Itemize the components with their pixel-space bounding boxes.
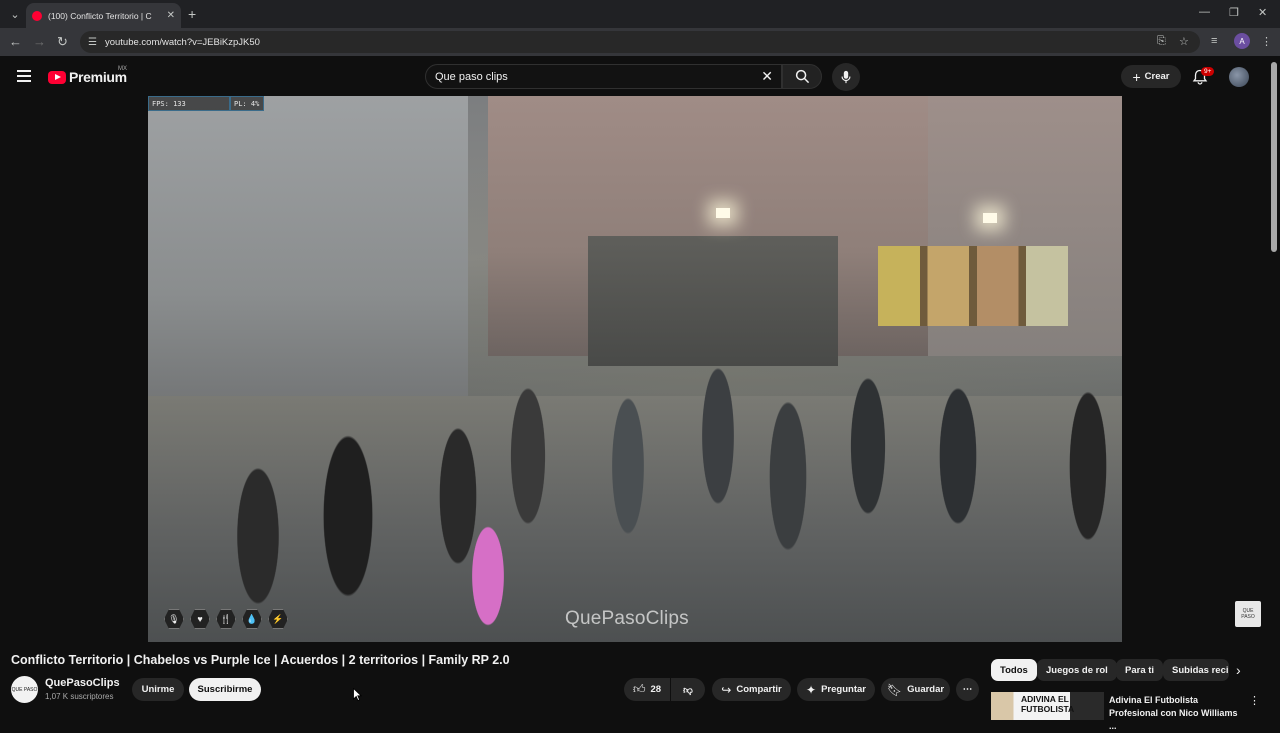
search-query: Que paso clips — [435, 70, 508, 83]
youtube-favicon-icon — [32, 10, 42, 21]
close-tab-icon[interactable]: ✕ — [167, 10, 175, 21]
youtube-play-icon — [48, 70, 66, 84]
dislike-button[interactable]: 👎︎ — [671, 678, 705, 701]
account-avatar[interactable] — [1229, 67, 1249, 87]
video-title: Conflicto Territorio | Chabelos vs Purpl… — [11, 653, 510, 667]
mouse-cursor-icon — [353, 688, 362, 701]
energy-icon: ⚡ — [268, 609, 288, 629]
browser-tab-bar: ⌄ (100) Conflicto Territorio | C ✕ + — ❐… — [0, 0, 1280, 28]
create-label: Crear — [1144, 71, 1170, 82]
close-window-icon[interactable]: ✕ — [1258, 6, 1267, 19]
voice-search-button[interactable] — [832, 63, 860, 91]
youtube-premium-logo[interactable]: Premium MX — [48, 66, 127, 85]
address-bar-row: ← → ↻ ☰ youtube.com/watch?v=JEBiKzpJK50 … — [0, 28, 1280, 56]
forward-icon[interactable]: → — [33, 34, 46, 49]
country-code: MX — [118, 66, 127, 72]
chip-juegos-de-rol[interactable]: Juegos de rol — [1037, 659, 1117, 681]
browser-menu-icon[interactable]: ⋮ — [1261, 35, 1272, 48]
share-icon: ↪ — [721, 682, 732, 697]
bookmark-icon: 🔖︎ — [886, 682, 903, 697]
browser-profile-avatar[interactable]: A — [1234, 33, 1250, 49]
search-input[interactable]: Que paso clips ✕ — [425, 64, 782, 89]
like-count: 28 — [650, 684, 662, 695]
plus-icon: + — [1132, 68, 1141, 85]
url-text: youtube.com/watch?v=JEBiKzpJK50 — [104, 36, 260, 48]
video-player[interactable]: FPS: 133 PL: 4% 🎙 ♥ 🍴 💧 ⚡ QuePasoClips — [148, 96, 1122, 642]
thumbs-up-icon: 👍︎ — [632, 682, 646, 696]
join-button[interactable]: Unirme — [132, 678, 184, 701]
url-field[interactable]: ☰ youtube.com/watch?v=JEBiKzpJK50 — [80, 31, 1200, 53]
thumbnail-text: ADIVINA EL FUTBOLISTA — [1021, 694, 1075, 714]
notification-count-badge: 9+ — [1201, 67, 1215, 76]
chip-para-ti[interactable]: Para ti — [1116, 659, 1164, 681]
create-button[interactable]: + Crear — [1121, 65, 1181, 88]
food-icon: 🍴 — [216, 609, 236, 629]
video-scene-posters — [878, 246, 1068, 326]
recommendation-thumbnail[interactable]: ADIVINA EL FUTBOLISTA — [991, 692, 1104, 720]
more-actions-button[interactable]: ⋯ — [956, 678, 979, 701]
share-button[interactable]: ↪ Compartir — [712, 678, 791, 701]
search-button[interactable] — [782, 64, 822, 89]
new-tab-button[interactable]: + — [188, 6, 196, 22]
clear-search-icon[interactable]: ✕ — [761, 68, 773, 85]
thumbs-down-icon: 👎︎ — [683, 684, 693, 696]
ask-label: Preguntar — [821, 684, 866, 695]
bookmark-star-icon[interactable]: ☆ — [1179, 35, 1189, 48]
share-label: Compartir — [736, 684, 782, 695]
sparkle-icon: ✦ — [806, 682, 817, 697]
tab-search-button[interactable]: ⌄ — [4, 3, 26, 25]
recommendation-title[interactable]: Adivina El Futbolista Profesional con Ni… — [1109, 694, 1245, 733]
media-controls-icon[interactable]: ≡ — [1211, 35, 1217, 47]
install-app-icon[interactable]: ⎘ — [1157, 35, 1166, 48]
video-scene-crowd — [198, 316, 1122, 636]
like-button[interactable]: 👍︎ 28 — [624, 678, 670, 701]
more-horizontal-icon: ⋯ — [962, 684, 973, 695]
back-icon[interactable]: ← — [9, 34, 22, 49]
save-button[interactable]: 🔖︎ Guardar — [881, 678, 950, 701]
browser-tab[interactable]: (100) Conflicto Territorio | C ✕ — [26, 3, 181, 28]
water-icon: 💧 — [242, 609, 262, 629]
ask-button[interactable]: ✦ Preguntar — [797, 678, 875, 701]
microphone-icon — [841, 70, 851, 84]
packet-loss-counter: PL: 4% — [230, 96, 264, 111]
youtube-masthead: Premium MX Que paso clips ✕ + Crear 9+ — [0, 56, 1280, 96]
reload-icon[interactable]: ↻ — [57, 34, 68, 50]
restore-icon[interactable]: ❐ — [1229, 6, 1239, 19]
recommendation-menu-icon[interactable]: ⋮ — [1249, 694, 1260, 707]
channel-avatar[interactable]: QUE PASO — [11, 676, 38, 703]
subscriber-count: 1,07 K suscriptores — [45, 692, 114, 701]
tab-title: (100) Conflicto Territorio | C — [48, 10, 152, 21]
mic-icon: 🎙 — [164, 609, 184, 629]
subscribe-button[interactable]: Suscribirme — [189, 678, 261, 701]
video-scene-lamp — [983, 213, 997, 223]
channel-name[interactable]: QuePasoClips — [45, 677, 120, 689]
chevron-right-icon[interactable]: › — [1236, 662, 1241, 678]
channel-watermark-logo[interactable]: QUE PASO — [1235, 601, 1261, 627]
minimize-icon[interactable]: — — [1199, 6, 1210, 18]
chip-todos[interactable]: Todos — [991, 659, 1037, 681]
game-hud: 🎙 ♥ 🍴 💧 ⚡ — [164, 609, 288, 629]
guide-menu-icon[interactable] — [17, 70, 31, 85]
save-label: Guardar — [907, 684, 945, 695]
search-icon — [795, 69, 809, 84]
page-scrollbar[interactable] — [1271, 62, 1277, 252]
heart-icon: ♥ — [190, 609, 210, 629]
site-info-icon[interactable]: ☰ — [88, 37, 97, 48]
fps-counter: FPS: 133 — [148, 96, 230, 111]
video-watermark: QuePasoClips — [565, 608, 689, 629]
video-scene-lamp — [716, 208, 730, 218]
chip-subidas-recientes[interactable]: Subidas reci — [1163, 659, 1229, 681]
